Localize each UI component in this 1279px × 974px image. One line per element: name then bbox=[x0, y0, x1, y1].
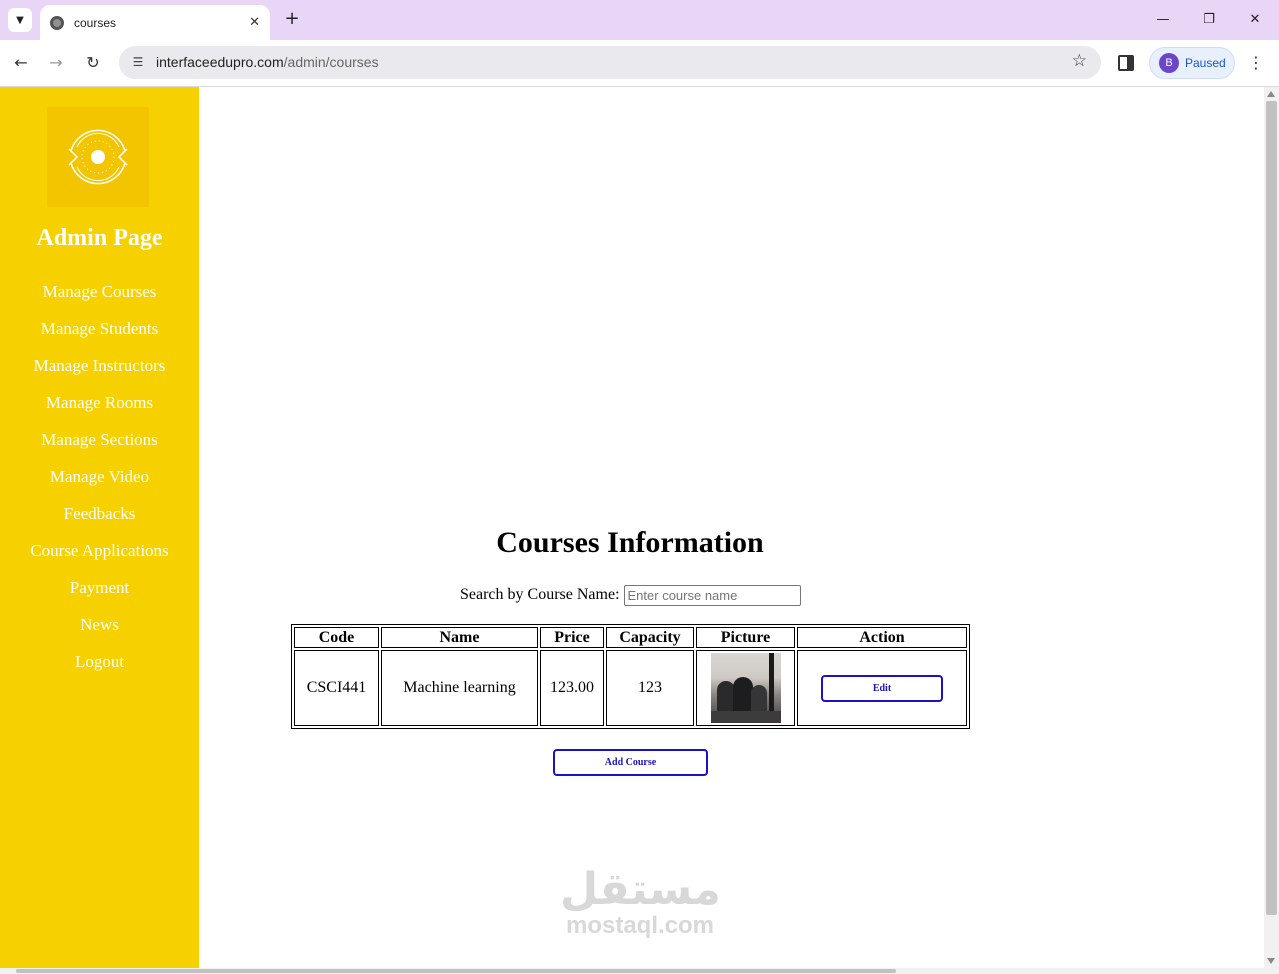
menu-icon[interactable]: ⋮ bbox=[1246, 53, 1266, 73]
search-row: Search by Course Name: bbox=[460, 584, 801, 606]
sidebar-item-course-applications[interactable]: Course Applications bbox=[0, 540, 199, 577]
search-input[interactable] bbox=[623, 584, 801, 606]
watermark-arabic: مستقل bbox=[560, 864, 721, 915]
globe-icon bbox=[50, 15, 64, 30]
sidebar-item-news[interactable]: News bbox=[0, 614, 199, 651]
sidebar-item-feedbacks[interactable]: Feedbacks bbox=[0, 503, 199, 540]
watermark-latin: mostaql.com bbox=[565, 912, 715, 939]
cell-code: CSCI441 bbox=[294, 650, 379, 726]
address-bar[interactable]: ☰ interfaceedupro.com/admin/courses ☆ bbox=[119, 46, 1101, 79]
sidebar-item-logout[interactable]: Logout bbox=[0, 651, 199, 688]
minimize-icon[interactable]: — bbox=[1151, 9, 1175, 31]
table-row: CSCI441 Machine learning 123.00 123 Edit bbox=[294, 650, 967, 726]
scroll-thumb[interactable] bbox=[1266, 101, 1277, 915]
edit-button[interactable]: Edit bbox=[821, 674, 943, 702]
forward-icon[interactable]: → bbox=[45, 52, 67, 74]
sidebar-title: Admin Page bbox=[36, 225, 163, 251]
cell-name: Machine learning bbox=[381, 650, 538, 726]
sidebar: Admin Page Manage Courses Manage Student… bbox=[0, 87, 199, 968]
column-header-capacity: Capacity bbox=[606, 627, 694, 648]
column-header-price: Price bbox=[540, 627, 604, 648]
horizontal-scrollbar[interactable] bbox=[0, 968, 1279, 974]
site-settings-icon[interactable]: ☰ bbox=[130, 54, 146, 70]
courses-table: Code Name Price Capacity Picture Action … bbox=[291, 624, 970, 729]
watermark-logo: مستقل mostaql.com bbox=[560, 864, 721, 939]
cell-price: 123.00 bbox=[540, 650, 604, 726]
browser-tab[interactable]: courses ✕ bbox=[40, 5, 270, 40]
scroll-down-icon[interactable] bbox=[1267, 958, 1275, 964]
page-viewport: Admin Page Manage Courses Manage Student… bbox=[0, 87, 1279, 974]
add-course-button[interactable]: Add Course bbox=[553, 749, 708, 776]
sidebar-item-payment[interactable]: Payment bbox=[0, 577, 199, 614]
sidebar-item-manage-students[interactable]: Manage Students bbox=[0, 318, 199, 355]
column-header-code: Code bbox=[294, 627, 379, 648]
search-label: Search by Course Name: bbox=[460, 586, 620, 603]
avatar: B bbox=[1159, 53, 1179, 73]
browser-toolbar: ← → ↻ ☰ interfaceedupro.com/admin/course… bbox=[0, 40, 1279, 87]
reload-icon[interactable]: ↻ bbox=[82, 52, 104, 74]
column-header-name: Name bbox=[381, 627, 538, 648]
url-text[interactable]: interfaceedupro.com/admin/courses bbox=[156, 54, 379, 70]
new-tab-icon[interactable]: + bbox=[282, 9, 302, 29]
vertical-scrollbar[interactable] bbox=[1264, 87, 1279, 968]
scroll-thumb-horizontal[interactable] bbox=[16, 969, 896, 973]
course-thumbnail bbox=[710, 653, 781, 723]
main-content: Courses Information Search by Course Nam… bbox=[199, 87, 1264, 968]
cell-action: Edit bbox=[797, 650, 967, 726]
back-icon[interactable]: ← bbox=[10, 52, 32, 74]
sidebar-item-manage-sections[interactable]: Manage Sections bbox=[0, 429, 199, 466]
url-path: /admin/courses bbox=[283, 54, 379, 70]
column-header-action: Action bbox=[797, 627, 967, 648]
cell-picture bbox=[696, 650, 795, 726]
close-icon[interactable]: ✕ bbox=[249, 15, 260, 30]
scroll-up-icon[interactable] bbox=[1267, 91, 1275, 97]
sidebar-item-manage-courses[interactable]: Manage Courses bbox=[0, 281, 199, 318]
browser-tab-strip: ▼ courses ✕ + — ❐ ✕ bbox=[0, 0, 1279, 40]
tab-search-icon[interactable]: ▼ bbox=[8, 8, 32, 32]
bookmark-star-icon[interactable]: ☆ bbox=[1072, 51, 1087, 71]
page-title: Courses Information bbox=[496, 526, 764, 559]
url-domain: interfaceedupro.com bbox=[156, 54, 284, 70]
tab-title: courses bbox=[74, 15, 117, 30]
cell-capacity: 123 bbox=[606, 650, 694, 726]
profile-button[interactable]: B Paused bbox=[1149, 47, 1235, 79]
sidebar-item-manage-instructors[interactable]: Manage Instructors bbox=[0, 355, 199, 392]
profile-status: Paused bbox=[1185, 56, 1226, 70]
column-header-picture: Picture bbox=[696, 627, 795, 648]
window-close-icon[interactable]: ✕ bbox=[1243, 9, 1267, 31]
sidebar-item-manage-video[interactable]: Manage Video bbox=[0, 466, 199, 503]
admin-logo-icon bbox=[47, 107, 149, 207]
sidebar-item-manage-rooms[interactable]: Manage Rooms bbox=[0, 392, 199, 429]
side-panel-icon[interactable] bbox=[1118, 55, 1134, 71]
table-header-row: Code Name Price Capacity Picture Action bbox=[294, 627, 967, 648]
restore-icon[interactable]: ❐ bbox=[1197, 9, 1221, 31]
sidebar-nav: Manage Courses Manage Students Manage In… bbox=[0, 281, 199, 688]
